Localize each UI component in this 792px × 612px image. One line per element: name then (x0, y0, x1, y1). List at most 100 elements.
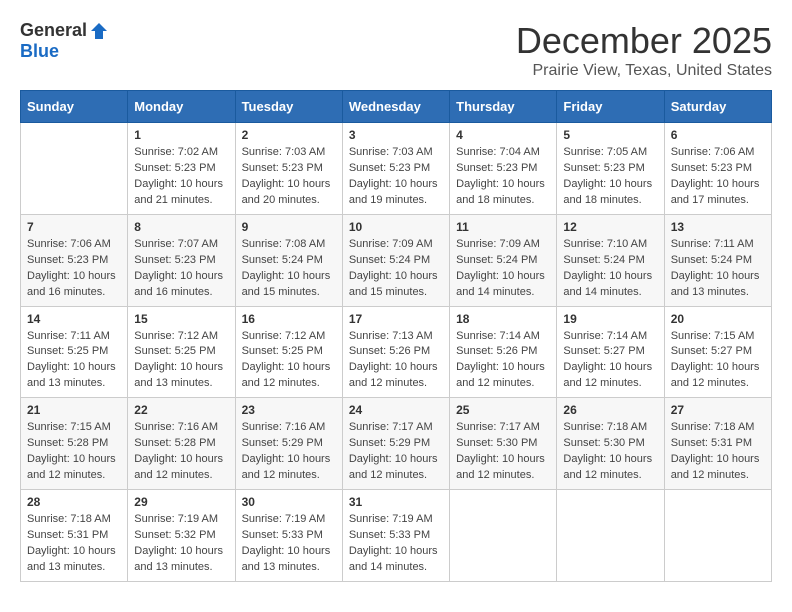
cell-info: Sunrise: 7:14 AMSunset: 5:26 PMDaylight:… (456, 329, 550, 393)
day-number: 6 (671, 128, 765, 142)
day-number: 7 (27, 220, 121, 234)
cell-info: Sunrise: 7:11 AMSunset: 5:24 PMDaylight:… (671, 237, 765, 301)
calendar-cell: 7 Sunrise: 7:06 AMSunset: 5:23 PMDaylight… (21, 214, 128, 306)
calendar-cell: 9 Sunrise: 7:08 AMSunset: 5:24 PMDaylight… (235, 214, 342, 306)
calendar-cell: 15 Sunrise: 7:12 AMSunset: 5:25 PMDayligh… (128, 306, 235, 398)
title-area: December 2025 Prairie View, Texas, Unite… (516, 20, 772, 80)
cell-info: Sunrise: 7:16 AMSunset: 5:29 PMDaylight:… (242, 420, 336, 484)
cell-info: Sunrise: 7:19 AMSunset: 5:33 PMDaylight:… (349, 512, 443, 576)
day-number: 25 (456, 403, 550, 417)
day-number: 11 (456, 220, 550, 234)
cell-info: Sunrise: 7:02 AMSunset: 5:23 PMDaylight:… (134, 145, 228, 209)
calendar-cell: 25 Sunrise: 7:17 AMSunset: 5:30 PMDayligh… (450, 398, 557, 490)
cell-info: Sunrise: 7:19 AMSunset: 5:32 PMDaylight:… (134, 512, 228, 576)
day-number: 19 (563, 312, 657, 326)
calendar-cell: 19 Sunrise: 7:14 AMSunset: 5:27 PMDayligh… (557, 306, 664, 398)
cell-info: Sunrise: 7:12 AMSunset: 5:25 PMDaylight:… (242, 329, 336, 393)
day-number: 9 (242, 220, 336, 234)
calendar-header: SundayMondayTuesdayWednesdayThursdayFrid… (21, 91, 772, 123)
calendar-cell: 26 Sunrise: 7:18 AMSunset: 5:30 PMDayligh… (557, 398, 664, 490)
calendar-cell: 14Sunrise: 7:11 AMSunset: 5:25 PMDayligh… (21, 306, 128, 398)
logo-blue-text: Blue (20, 41, 59, 61)
calendar-cell: 5Sunrise: 7:05 AMSunset: 5:23 PMDaylight… (557, 123, 664, 215)
calendar-cell: 21Sunrise: 7:15 AMSunset: 5:28 PMDayligh… (21, 398, 128, 490)
cell-info: Sunrise: 7:06 AMSunset: 5:23 PMDaylight:… (27, 237, 121, 301)
cell-info: Sunrise: 7:04 AMSunset: 5:23 PMDaylight:… (456, 145, 550, 209)
calendar-cell: 29 Sunrise: 7:19 AMSunset: 5:32 PMDayligh… (128, 490, 235, 582)
cell-info: Sunrise: 7:14 AMSunset: 5:27 PMDaylight:… (563, 329, 657, 393)
cell-info: Sunrise: 7:15 AMSunset: 5:28 PMDaylight:… (27, 420, 121, 484)
day-of-week-header: Thursday (450, 91, 557, 123)
calendar-cell: 10 Sunrise: 7:09 AMSunset: 5:24 PMDayligh… (342, 214, 449, 306)
day-number: 4 (456, 128, 550, 142)
calendar-cell: 8 Sunrise: 7:07 AMSunset: 5:23 PMDaylight… (128, 214, 235, 306)
days-of-week-row: SundayMondayTuesdayWednesdayThursdayFrid… (21, 91, 772, 123)
day-number: 17 (349, 312, 443, 326)
day-number: 10 (349, 220, 443, 234)
cell-info: Sunrise: 7:09 AMSunset: 5:24 PMDaylight:… (349, 237, 443, 301)
cell-info: Sunrise: 7:18 AMSunset: 5:31 PMDaylight:… (27, 512, 121, 576)
calendar-cell: 13 Sunrise: 7:11 AMSunset: 5:24 PMDayligh… (664, 214, 771, 306)
cell-info: Sunrise: 7:15 AMSunset: 5:27 PMDaylight:… (671, 329, 765, 393)
calendar-cell: 27 Sunrise: 7:18 AMSunset: 5:31 PMDayligh… (664, 398, 771, 490)
calendar-cell: 2 Sunrise: 7:03 AMSunset: 5:23 PMDaylight… (235, 123, 342, 215)
cell-info: Sunrise: 7:18 AMSunset: 5:30 PMDaylight:… (563, 420, 657, 484)
logo-icon (89, 21, 109, 41)
calendar-cell: 16 Sunrise: 7:12 AMSunset: 5:25 PMDayligh… (235, 306, 342, 398)
day-of-week-header: Saturday (664, 91, 771, 123)
calendar-cell: 1Sunrise: 7:02 AMSunset: 5:23 PMDaylight… (128, 123, 235, 215)
calendar-cell: 4 Sunrise: 7:04 AMSunset: 5:23 PMDaylight… (450, 123, 557, 215)
day-number: 31 (349, 495, 443, 509)
day-number: 29 (134, 495, 228, 509)
calendar-cell: 24 Sunrise: 7:17 AMSunset: 5:29 PMDayligh… (342, 398, 449, 490)
day-number: 30 (242, 495, 336, 509)
calendar-cell (664, 490, 771, 582)
calendar-cell: 18Sunrise: 7:14 AMSunset: 5:26 PMDayligh… (450, 306, 557, 398)
day-number: 13 (671, 220, 765, 234)
month-title: December 2025 (516, 20, 772, 62)
calendar-cell: 23Sunrise: 7:16 AMSunset: 5:29 PMDayligh… (235, 398, 342, 490)
cell-info: Sunrise: 7:18 AMSunset: 5:31 PMDaylight:… (671, 420, 765, 484)
day-number: 8 (134, 220, 228, 234)
day-number: 27 (671, 403, 765, 417)
day-number: 22 (134, 403, 228, 417)
cell-info: Sunrise: 7:17 AMSunset: 5:29 PMDaylight:… (349, 420, 443, 484)
day-number: 5 (563, 128, 657, 142)
cell-info: Sunrise: 7:17 AMSunset: 5:30 PMDaylight:… (456, 420, 550, 484)
cell-info: Sunrise: 7:06 AMSunset: 5:23 PMDaylight:… (671, 145, 765, 209)
day-number: 3 (349, 128, 443, 142)
cell-info: Sunrise: 7:10 AMSunset: 5:24 PMDaylight:… (563, 237, 657, 301)
calendar-table: SundayMondayTuesdayWednesdayThursdayFrid… (20, 90, 772, 582)
calendar-cell: 20 Sunrise: 7:15 AMSunset: 5:27 PMDayligh… (664, 306, 771, 398)
cell-info: Sunrise: 7:09 AMSunset: 5:24 PMDaylight:… (456, 237, 550, 301)
calendar-week-row: 7 Sunrise: 7:06 AMSunset: 5:23 PMDaylight… (21, 214, 772, 306)
day-of-week-header: Sunday (21, 91, 128, 123)
calendar-cell: 6 Sunrise: 7:06 AMSunset: 5:23 PMDaylight… (664, 123, 771, 215)
calendar-cell (21, 123, 128, 215)
cell-info: Sunrise: 7:08 AMSunset: 5:24 PMDaylight:… (242, 237, 336, 301)
day-number: 2 (242, 128, 336, 142)
calendar-cell: 31 Sunrise: 7:19 AMSunset: 5:33 PMDayligh… (342, 490, 449, 582)
day-number: 26 (563, 403, 657, 417)
calendar-cell: 28 Sunrise: 7:18 AMSunset: 5:31 PMDayligh… (21, 490, 128, 582)
day-of-week-header: Friday (557, 91, 664, 123)
day-of-week-header: Wednesday (342, 91, 449, 123)
logo-general-text: General (20, 20, 87, 41)
day-number: 24 (349, 403, 443, 417)
day-of-week-header: Tuesday (235, 91, 342, 123)
day-number: 15 (134, 312, 228, 326)
calendar-cell: 3Sunrise: 7:03 AMSunset: 5:23 PMDaylight… (342, 123, 449, 215)
logo: General Blue (20, 20, 109, 62)
calendar-cell (450, 490, 557, 582)
day-number: 20 (671, 312, 765, 326)
cell-info: Sunrise: 7:03 AMSunset: 5:23 PMDaylight:… (242, 145, 336, 209)
day-number: 16 (242, 312, 336, 326)
calendar-week-row: 21Sunrise: 7:15 AMSunset: 5:28 PMDayligh… (21, 398, 772, 490)
cell-info: Sunrise: 7:12 AMSunset: 5:25 PMDaylight:… (134, 329, 228, 393)
cell-info: Sunrise: 7:16 AMSunset: 5:28 PMDaylight:… (134, 420, 228, 484)
calendar-week-row: 28 Sunrise: 7:18 AMSunset: 5:31 PMDayligh… (21, 490, 772, 582)
calendar-body: 1Sunrise: 7:02 AMSunset: 5:23 PMDaylight… (21, 123, 772, 582)
cell-info: Sunrise: 7:07 AMSunset: 5:23 PMDaylight:… (134, 237, 228, 301)
calendar-cell (557, 490, 664, 582)
day-number: 28 (27, 495, 121, 509)
